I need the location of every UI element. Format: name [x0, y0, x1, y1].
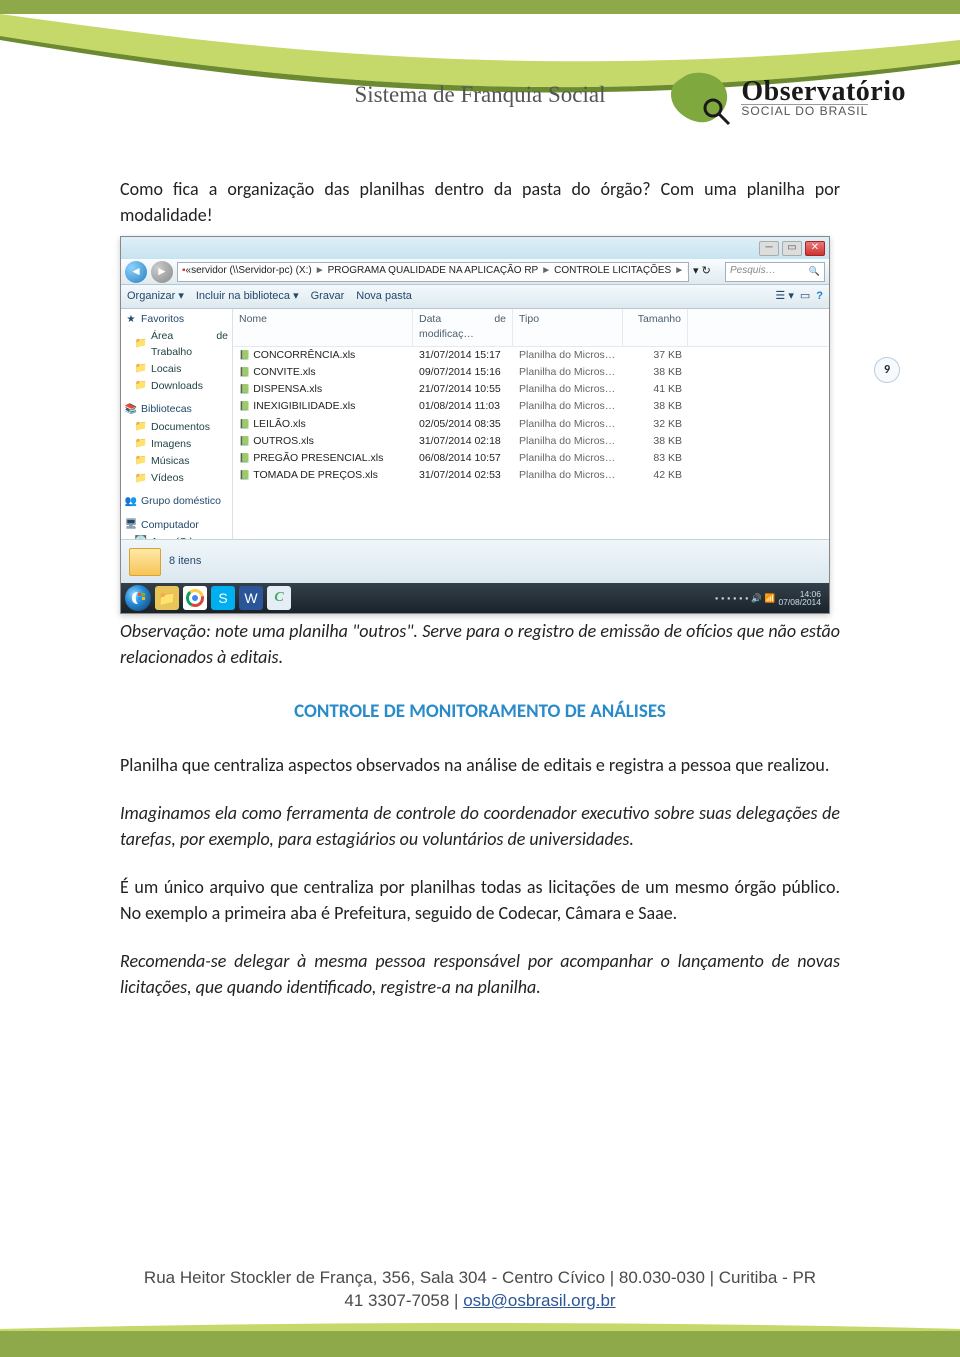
help-icon[interactable]: ?: [816, 289, 823, 305]
sidebar-item[interactable]: 📁Área de Trabalho: [121, 328, 232, 360]
footer-email-link[interactable]: osb@osbrasil.org.br: [463, 1291, 615, 1310]
page-title: Sistema de Franquia Social: [354, 82, 605, 108]
taskbar-chrome-icon[interactable]: [183, 586, 207, 610]
taskbar-app-icon[interactable]: C: [267, 586, 291, 610]
navigation-sidebar: ★Favoritos 📁Área de Trabalho📁Locais📁Down…: [121, 309, 233, 539]
sidebar-item[interactable]: 📁Vídeos: [121, 470, 232, 487]
col-date: Data de modificaç…: [413, 309, 513, 345]
window-titlebar: ─ ▭ ✕: [121, 237, 829, 259]
sidebar-item[interactable]: 📁Músicas: [121, 453, 232, 470]
intro-paragraph: Como fica a organização das planilhas de…: [120, 176, 840, 228]
system-tray[interactable]: ▪ ▪ ▪ ▪ ▪ ▪ 🔊 📶 14:06 07/08/2014: [711, 590, 825, 607]
body-paragraph: Planilha que centraliza aspectos observa…: [120, 752, 840, 778]
file-row[interactable]: PREGÃO PRESENCIAL.xls06/08/2014 10:57Pla…: [233, 450, 829, 467]
page-footer: Rua Heitor Stockler de França, 356, Sala…: [0, 1267, 960, 1313]
col-name: Nome: [233, 309, 413, 345]
file-row[interactable]: DISPENSA.xls21/07/2014 10:55Planilha do …: [233, 381, 829, 398]
brazil-map-icon: [665, 68, 735, 128]
breadcrumb-segment[interactable]: LICITAÇÕES 2014: [687, 264, 689, 279]
file-list-header[interactable]: Nome Data de modificaç… Tipo Tamanho: [233, 309, 829, 346]
taskbar-word-icon[interactable]: W: [239, 586, 263, 610]
taskbar: 📁 S W C ▪ ▪ ▪ ▪ ▪ ▪ 🔊 📶 14:06 07/08/2014: [121, 583, 829, 613]
status-bar: 8 itens: [121, 539, 829, 583]
folder-icon: 📁: [135, 363, 147, 375]
refresh-button[interactable]: ▾ ↻: [693, 264, 721, 280]
toolbar: Organizar ▾ Incluir na biblioteca ▾ Grav…: [121, 285, 829, 309]
preview-pane-icon[interactable]: ▭: [800, 289, 810, 305]
logo-text-small: SOCIAL DO BRASIL: [741, 104, 868, 117]
file-row[interactable]: CONVITE.xls09/07/2014 15:16Planilha do M…: [233, 364, 829, 381]
file-row[interactable]: LEILÃO.xls02/05/2014 08:35Planilha do Mi…: [233, 416, 829, 433]
folder-icon: 📁: [135, 339, 147, 351]
sidebar-item[interactable]: 📁Locais: [121, 361, 232, 378]
file-row[interactable]: INEXIGIBILIDADE.xls01/08/2014 11:03Plani…: [233, 398, 829, 415]
window-close-button[interactable]: ✕: [805, 241, 825, 256]
sidebar-item[interactable]: 📁Downloads: [121, 378, 232, 395]
taskbar-explorer-icon[interactable]: 📁: [155, 586, 179, 610]
tray-indicator-icon: ▪: [739, 592, 742, 604]
tray-network-icon: 📶: [765, 592, 776, 604]
view-mode-icon[interactable]: ☰ ▾: [775, 289, 793, 305]
system-clock[interactable]: 14:06 07/08/2014: [778, 590, 821, 607]
sidebar-item[interactable]: 📁Imagens: [121, 436, 232, 453]
search-input[interactable]: Pesquis…: [725, 262, 825, 282]
new-folder-button[interactable]: Nova pasta: [356, 289, 412, 305]
library-icon: 📚: [125, 404, 137, 416]
folder-icon: 📁: [135, 381, 147, 393]
save-button[interactable]: Gravar: [311, 289, 345, 305]
folder-icon: 📁: [135, 456, 147, 468]
sidebar-homegroup[interactable]: 👥Grupo doméstico: [121, 493, 232, 510]
tray-volume-icon: 🔊: [751, 592, 762, 604]
file-list: Nome Data de modificaç… Tipo Tamanho CON…: [233, 309, 829, 539]
computer-icon: 🖥: [125, 519, 137, 531]
sidebar-favorites[interactable]: ★Favoritos: [121, 311, 232, 328]
file-row[interactable]: TOMADA DE PREÇOS.xls31/07/2014 02:53Plan…: [233, 467, 829, 484]
window-minimize-button[interactable]: ─: [759, 241, 779, 256]
sidebar-item[interactable]: 💽Acer (C:): [121, 534, 232, 539]
folder-icon: 📁: [135, 421, 147, 433]
body-paragraph: Recomenda-se delegar à mesma pessoa resp…: [120, 948, 840, 1000]
sidebar-computer[interactable]: 🖥Computador: [121, 517, 232, 534]
col-size: Tamanho: [623, 309, 688, 345]
col-type: Tipo: [513, 309, 623, 345]
observation-paragraph: Observação: note uma planilha "outros". …: [120, 618, 840, 670]
folder-icon: [129, 548, 161, 576]
body-paragraph: Imaginamos ela como ferramenta de contro…: [120, 800, 840, 852]
tray-indicator-icon: ▪: [715, 592, 718, 604]
tray-indicator-icon: ▪: [721, 592, 724, 604]
taskbar-skype-icon[interactable]: S: [211, 586, 235, 610]
breadcrumb-segment[interactable]: PROGRAMA QUALIDADE NA APLICAÇÃO RP: [328, 264, 539, 279]
folder-icon: 📁: [135, 473, 147, 485]
sidebar-item[interactable]: 📁Documentos: [121, 419, 232, 436]
include-library-menu[interactable]: Incluir na biblioteca ▾: [196, 289, 299, 305]
file-row[interactable]: CONCORRÊNCIA.xls31/07/2014 15:17Planilha…: [233, 347, 829, 364]
breadcrumb-segment[interactable]: servidor (\\Servidor-pc) (X:): [191, 264, 312, 279]
file-row[interactable]: OUTROS.xls31/07/2014 02:18Planilha do Mi…: [233, 433, 829, 450]
window-maximize-button[interactable]: ▭: [782, 241, 802, 256]
breadcrumb-segment[interactable]: CONTROLE LICITAÇÕES: [554, 264, 671, 279]
drive-icon: 💽: [135, 536, 147, 539]
star-icon: ★: [125, 314, 137, 326]
section-heading: CONTROLE DE MONITORAMENTO DE ANÁLISES: [120, 698, 840, 726]
status-text: 8 itens: [169, 554, 201, 570]
logo: Observatório SOCIAL DO BRASIL: [665, 68, 906, 128]
logo-text-big: Observatório: [741, 79, 906, 104]
tray-indicator-icon: ▪: [745, 592, 748, 604]
tray-indicator-icon: ▪: [727, 592, 730, 604]
organize-menu[interactable]: Organizar ▾: [127, 289, 184, 305]
breadcrumb[interactable]: ▪ « servidor (\\Servidor-pc) (X:)►PROGRA…: [177, 262, 689, 282]
body-paragraph: É um único arquivo que centraliza por pl…: [120, 874, 840, 926]
start-button[interactable]: [125, 585, 151, 611]
nav-back-button[interactable]: ◄: [125, 261, 147, 283]
nav-forward-button[interactable]: ►: [151, 261, 173, 283]
folder-icon: 📁: [135, 438, 147, 450]
sidebar-libraries[interactable]: 📚Bibliotecas: [121, 401, 232, 418]
footer-bar: [0, 1331, 960, 1357]
page-number-badge: 9: [874, 357, 900, 383]
tray-indicator-icon: ▪: [733, 592, 736, 604]
explorer-window: ─ ▭ ✕ ◄ ► ▪ « servidor (\\Servidor-pc) (…: [120, 236, 830, 614]
homegroup-icon: 👥: [125, 496, 137, 508]
